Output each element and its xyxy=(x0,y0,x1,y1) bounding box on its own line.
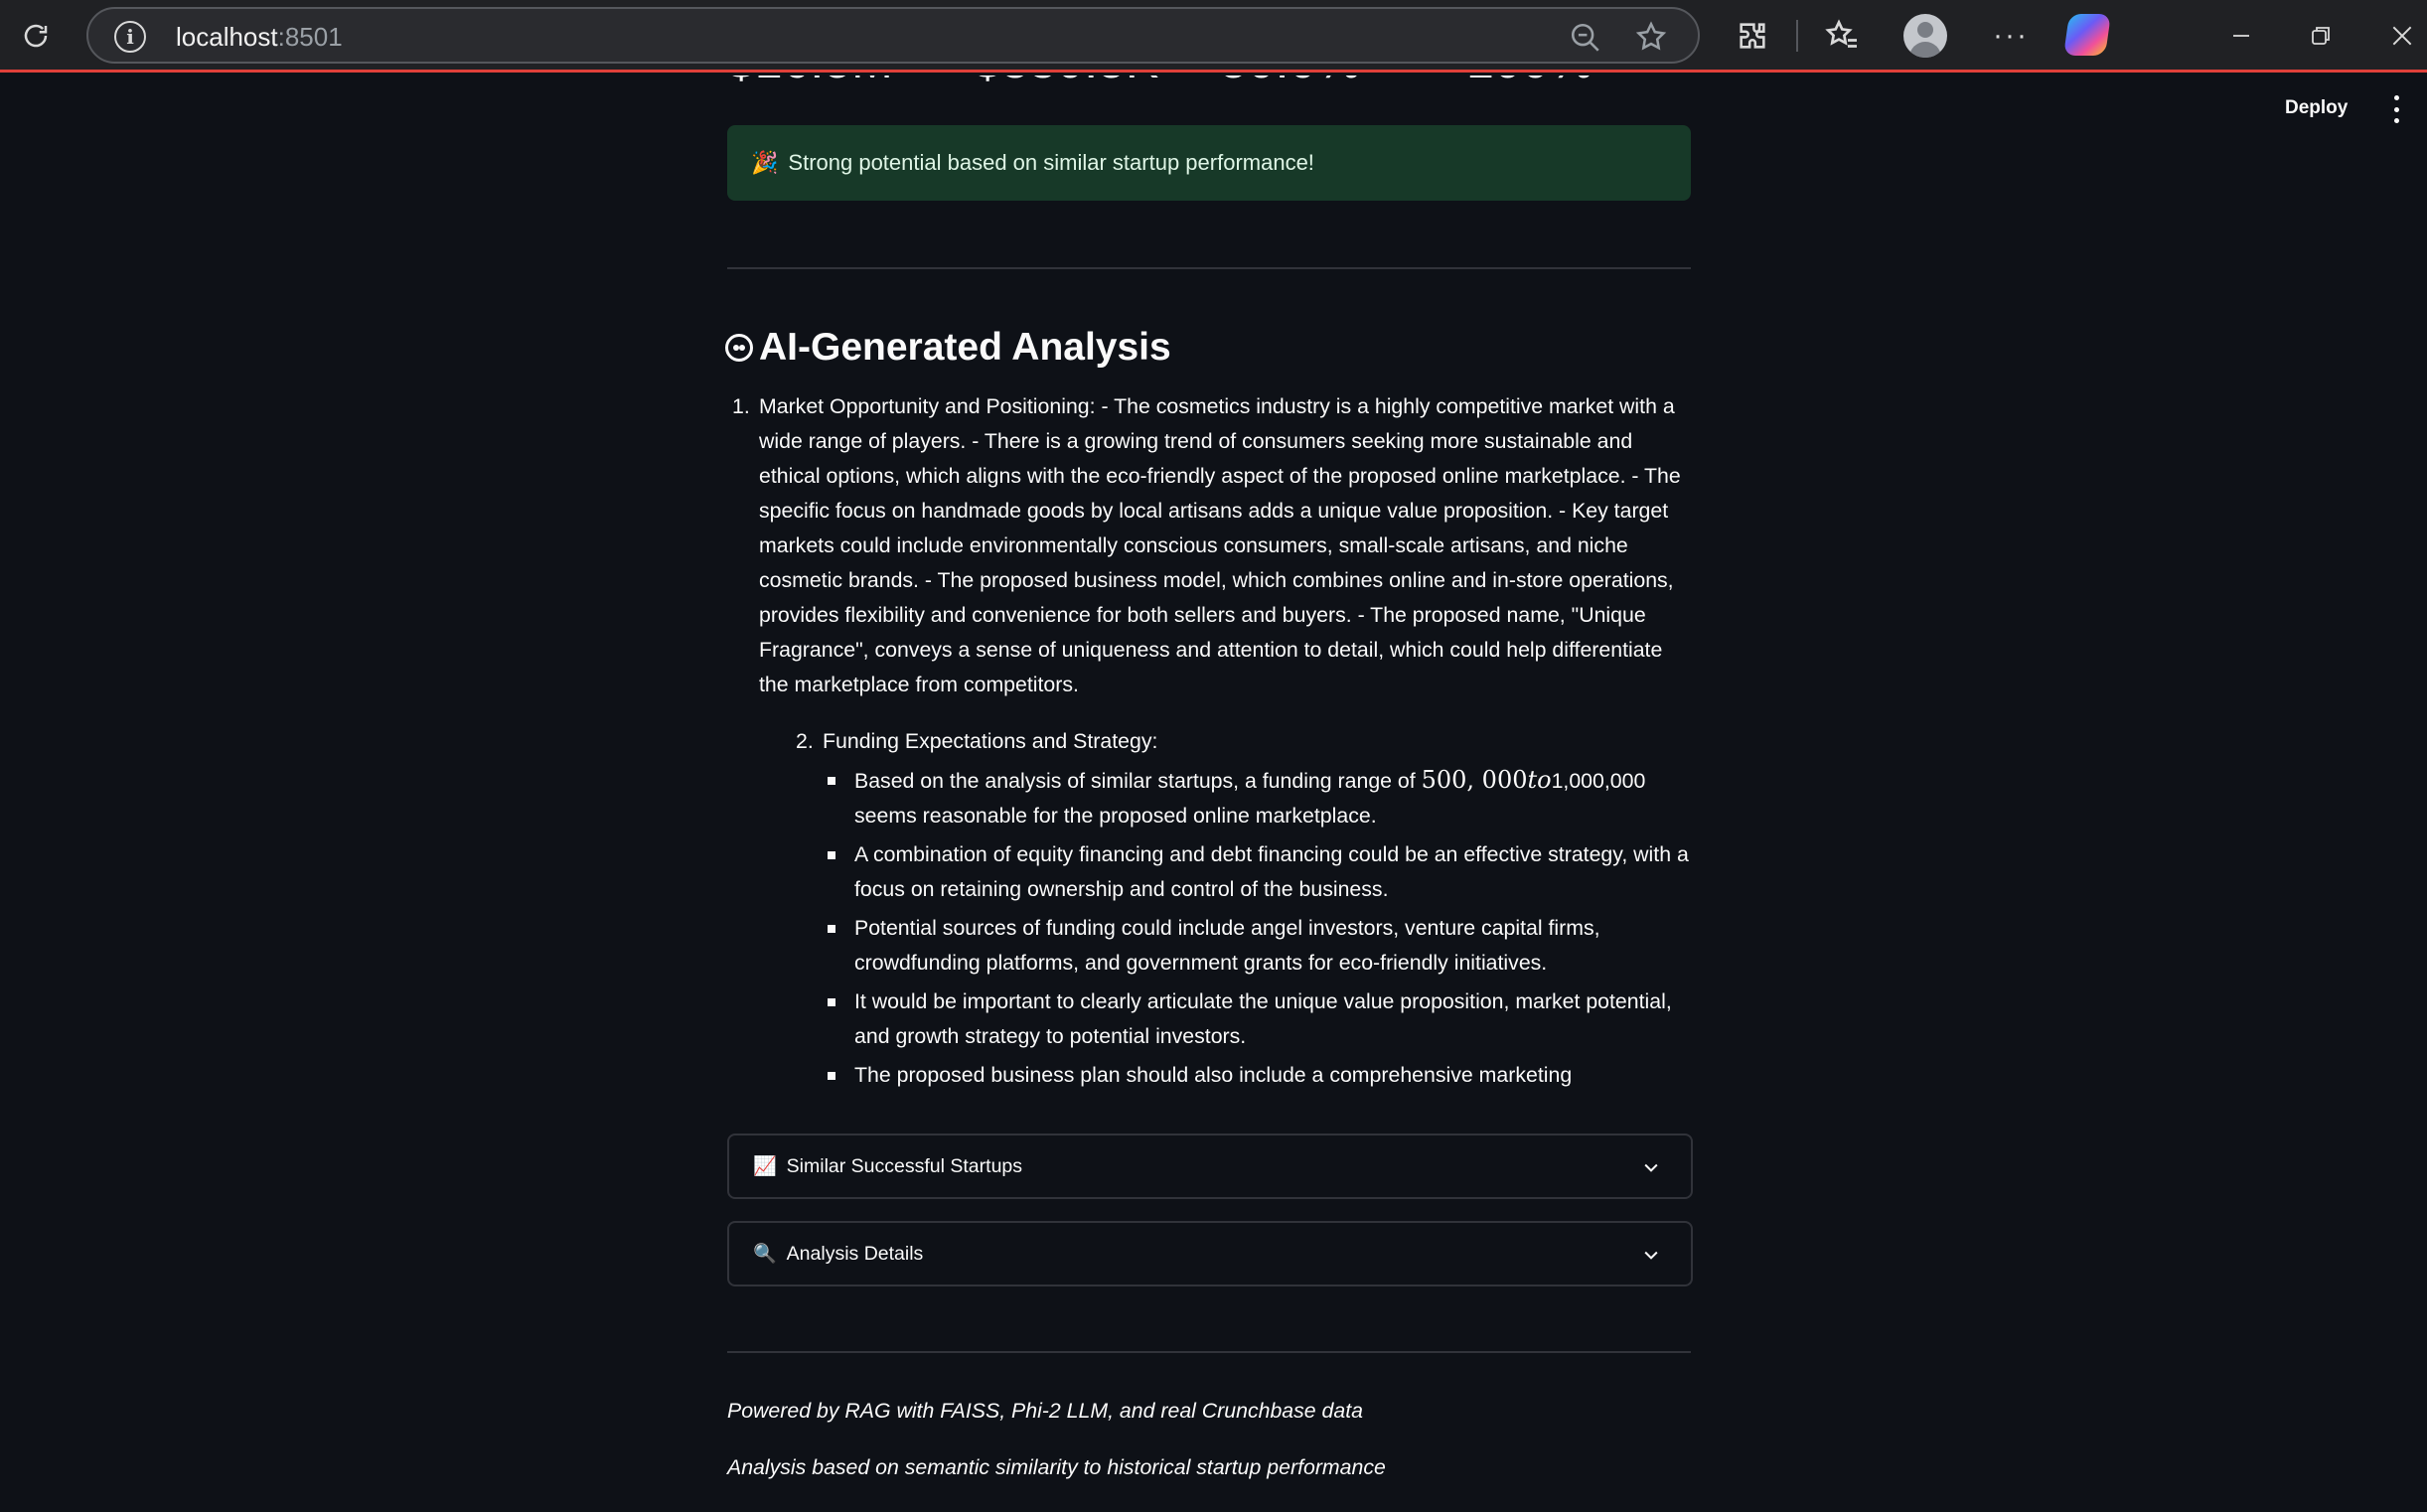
more-options-icon[interactable]: ··· xyxy=(1989,14,2033,58)
analysis-content: 1. Market Opportunity and Positioning: -… xyxy=(727,389,1693,1097)
bullet-item: Based on the analysis of similar startup… xyxy=(759,763,1693,833)
reload-icon[interactable] xyxy=(14,14,58,58)
footer-powered-by: Powered by RAG with FAISS, Phi-2 LLM, an… xyxy=(727,1399,1364,1423)
analysis-title-text: AI-Generated Analysis xyxy=(759,326,1171,369)
extensions-icon[interactable] xyxy=(1733,16,1772,56)
app-main: Deploy $16.5M $330.5K 50.0% 100% 🎉 Stron… xyxy=(0,76,2427,1512)
math-number: 500, 000 xyxy=(1421,766,1528,794)
favorite-star-icon[interactable] xyxy=(1634,20,1668,54)
metrics-row: $16.5M $330.5K 50.0% 100% xyxy=(727,76,1701,91)
success-banner: 🎉 Strong potential based on similar star… xyxy=(727,125,1691,201)
deploy-button[interactable]: Deploy xyxy=(2285,97,2348,119)
party-popper-icon: 🎉 xyxy=(751,150,779,175)
list-item: 2. Funding Expectations and Strategy: xyxy=(759,724,1693,759)
bullet-item: It would be important to clearly articul… xyxy=(759,984,1693,1054)
list-item-text: Funding Expectations and Strategy: xyxy=(823,729,1158,753)
bullet-item: The proposed business plan should also i… xyxy=(759,1058,1693,1093)
list-item: 1. Market Opportunity and Positioning: -… xyxy=(727,389,1693,1093)
main-menu-icon[interactable] xyxy=(2386,95,2406,123)
nested-list: 2. Funding Expectations and Strategy: xyxy=(759,724,1693,759)
site-info-icon[interactable]: i xyxy=(114,21,146,53)
chevron-down-icon[interactable] xyxy=(1641,1157,1661,1177)
profile-avatar[interactable] xyxy=(1903,14,1947,58)
list-item-text: Market Opportunity and Positioning: - Th… xyxy=(759,394,1681,696)
metric-value: $330.5K xyxy=(974,76,1158,89)
analysis-details-expander[interactable]: 🔍 Analysis Details xyxy=(727,1221,1693,1286)
bullet-item: Potential sources of funding could inclu… xyxy=(759,911,1693,981)
similar-startups-expander[interactable]: 📈 Similar Successful Startups xyxy=(727,1134,1693,1199)
divider xyxy=(727,267,1691,269)
list-number: 2. xyxy=(796,729,814,753)
bullet-text: Based on the analysis of similar startup… xyxy=(854,769,1422,793)
footer-analysis-note: Analysis based on semantic similarity to… xyxy=(727,1455,1386,1479)
minimize-icon[interactable] xyxy=(2221,16,2261,56)
url-host: localhost xyxy=(176,22,278,52)
chart-icon: 📈 xyxy=(753,1156,777,1177)
metric-value: 50.0% xyxy=(1220,76,1361,89)
chevron-down-icon[interactable] xyxy=(1641,1245,1661,1265)
metric-value: $16.5M xyxy=(727,76,893,89)
analysis-list: 1. Market Opportunity and Positioning: -… xyxy=(727,389,1693,1093)
success-text: Strong potential based on similar startu… xyxy=(788,150,1314,175)
bullet-item: A combination of equity financing and de… xyxy=(759,837,1693,907)
address-bar[interactable]: i localhost:8501 xyxy=(86,7,1700,64)
robot-icon xyxy=(725,334,753,362)
divider xyxy=(727,1351,1691,1353)
copilot-icon[interactable] xyxy=(2063,14,2111,56)
zoom-out-icon[interactable] xyxy=(1569,21,1602,55)
expander-label: Similar Successful Startups xyxy=(786,1154,1023,1177)
address-url[interactable]: localhost:8501 xyxy=(176,22,343,53)
math-fragment: 500, 000to xyxy=(1422,766,1552,794)
favorites-icon[interactable] xyxy=(1820,14,1864,58)
restore-window-icon[interactable] xyxy=(2301,16,2341,56)
url-port: :8501 xyxy=(277,22,343,52)
metric-value: 100% xyxy=(1466,76,1593,89)
close-window-icon[interactable] xyxy=(2382,16,2422,56)
expander-label: Analysis Details xyxy=(786,1242,924,1265)
toolbar-separator xyxy=(1796,20,1798,52)
funding-bullets: Based on the analysis of similar startup… xyxy=(759,763,1693,1093)
magnifier-icon: 🔍 xyxy=(753,1244,777,1265)
list-number: 1. xyxy=(732,394,750,418)
browser-toolbar: i localhost:8501 ··· xyxy=(0,0,2427,73)
analysis-title: AI-Generated Analysis xyxy=(725,326,1171,370)
math-italic: to xyxy=(1527,766,1552,794)
